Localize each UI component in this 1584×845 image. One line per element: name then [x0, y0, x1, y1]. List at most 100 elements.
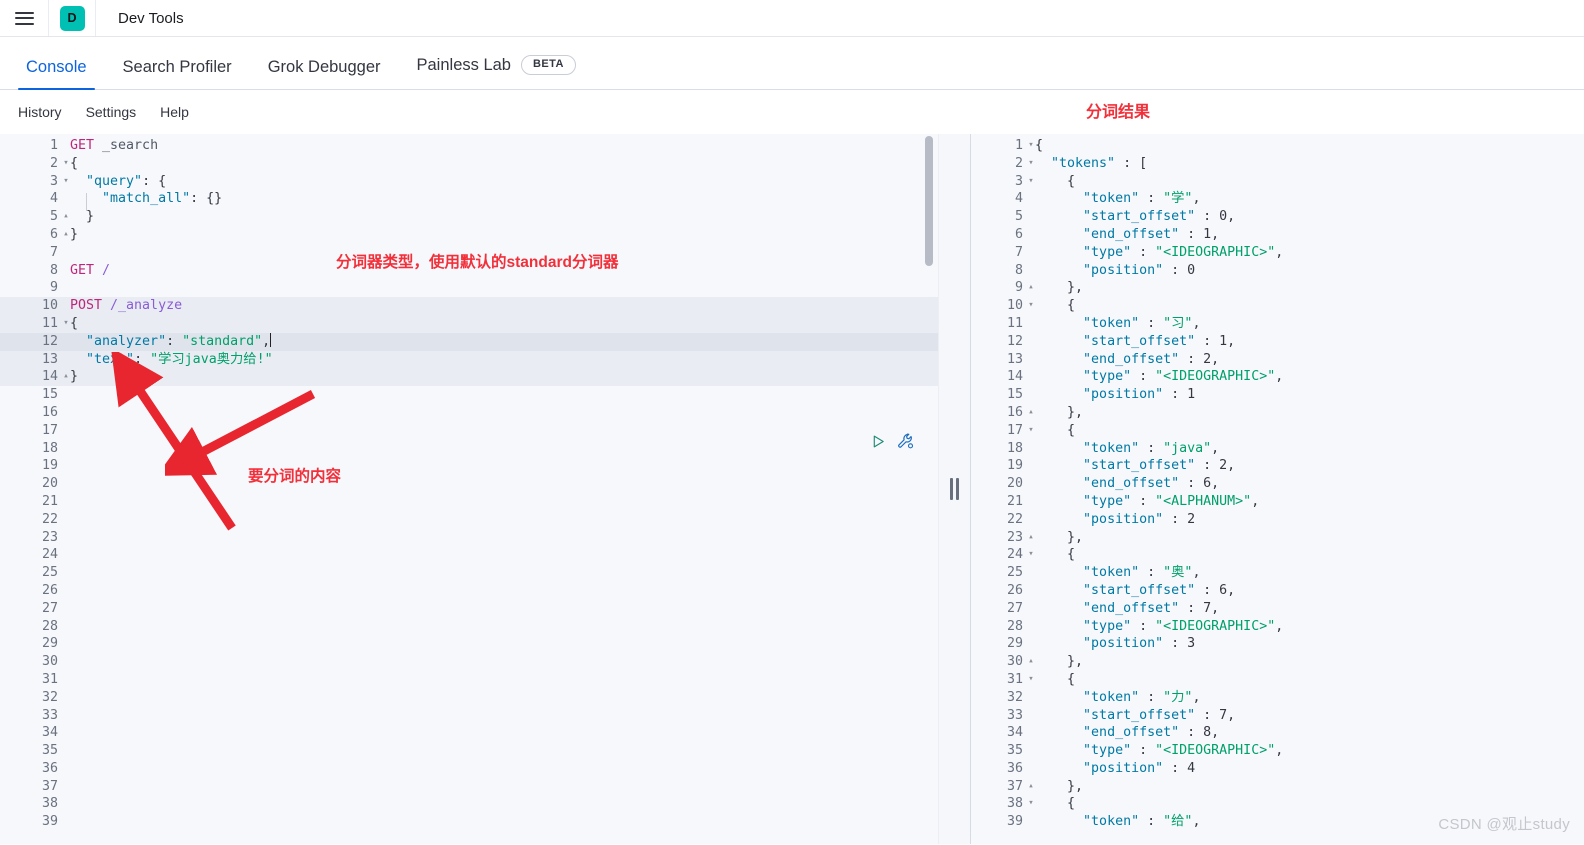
- submenu-settings[interactable]: Settings: [78, 100, 145, 124]
- line-number: 17: [41, 422, 58, 438]
- tab-painless-lab[interactable]: Painless Lab BETA: [399, 55, 594, 89]
- code-text: "position" : 4: [1083, 760, 1196, 776]
- code-line: 37 ▴ },: [971, 778, 1584, 796]
- request-code-lines[interactable]: 1 GET _search 2 ▾{3 ▾ "query": {4 "match_all…: [0, 134, 938, 831]
- line-number: 2: [49, 155, 58, 171]
- response-viewer[interactable]: 1 ▾{2 ▾ "tokens" : [3 ▾ {4 "token" : "学", 5 …: [970, 134, 1584, 844]
- request-editor[interactable]: 1 GET _search 2 ▾{3 ▾ "query": {4 "match_all…: [0, 134, 938, 844]
- code-text: },: [1035, 529, 1084, 545]
- code-text: "end_offset" : 7,: [1083, 600, 1220, 616]
- code-line: 33: [0, 707, 938, 725]
- tab-painless-lab-label: Painless Lab: [416, 55, 511, 74]
- code-line: 17: [0, 422, 938, 440]
- line-number: 16: [1006, 404, 1023, 420]
- line-number: 18: [1006, 440, 1023, 456]
- app-logo[interactable]: D: [48, 0, 96, 36]
- submenu-history[interactable]: History: [10, 100, 70, 124]
- code-line: 22: [0, 511, 938, 529]
- tab-grok-debugger[interactable]: Grok Debugger: [250, 58, 399, 90]
- code-text: "tokens" : [: [1051, 155, 1148, 171]
- code-line: 20: [0, 475, 938, 493]
- line-number: 27: [1006, 600, 1023, 616]
- line-number: 1: [49, 138, 58, 153]
- line-number: 22: [41, 511, 58, 527]
- line-number: 34: [41, 725, 58, 741]
- code-text: "position" : 1: [1083, 387, 1196, 403]
- pane-splitter[interactable]: [938, 134, 970, 844]
- code-line: 8 "position" : 0: [971, 262, 1584, 280]
- line-number: 32: [1006, 689, 1023, 705]
- code-line: 28 "type" : "<IDEOGRAPHIC>",: [971, 618, 1584, 636]
- line-number: 10: [41, 298, 58, 314]
- code-line: 3 ▾ {: [971, 173, 1584, 191]
- line-number: 31: [1006, 671, 1023, 687]
- code-line: 7: [0, 244, 938, 262]
- line-number: 15: [41, 387, 58, 403]
- code-line: 5 "start_offset" : 0,: [971, 208, 1584, 226]
- tab-console[interactable]: Console: [8, 57, 105, 90]
- line-number: 29: [1006, 636, 1023, 652]
- line-number: 35: [1006, 743, 1023, 759]
- code-text: "start_offset" : 6,: [1083, 582, 1236, 598]
- code-text: {: [1035, 671, 1076, 687]
- line-number: 22: [1006, 511, 1023, 527]
- line-number: 18: [41, 440, 58, 456]
- code-text: "start_offset" : 0,: [1083, 209, 1236, 225]
- code-text: "position" : 3: [1083, 636, 1196, 652]
- code-line: 18 "token" : "java",: [971, 440, 1584, 458]
- code-text: },: [1035, 654, 1084, 670]
- play-icon[interactable]: [871, 434, 886, 454]
- request-actions: [871, 433, 914, 455]
- line-number: 24: [41, 547, 58, 563]
- page-title: Dev Tools: [118, 9, 184, 27]
- code-line: 17 ▾ {: [971, 422, 1584, 440]
- line-number: 14: [41, 369, 58, 385]
- code-text: "analyzer": "standard",: [86, 332, 272, 349]
- line-number: 16: [41, 404, 58, 420]
- code-text: "start_offset" : 1,: [1083, 333, 1236, 349]
- code-line: 35: [0, 742, 938, 760]
- line-number: 10: [1006, 298, 1023, 314]
- beta-badge: BETA: [520, 55, 576, 75]
- code-line: 16: [0, 404, 938, 422]
- code-line: 36: [0, 760, 938, 778]
- code-line: 10 ▾ {: [971, 297, 1584, 315]
- code-text: {: [1035, 138, 1044, 153]
- code-text: }: [70, 369, 79, 385]
- code-text: "token" : "java",: [1083, 440, 1220, 456]
- menu-button[interactable]: [0, 0, 48, 36]
- code-text: {: [1035, 298, 1076, 314]
- tab-search-profiler[interactable]: Search Profiler: [105, 58, 250, 90]
- code-text: "type" : "<ALPHANUM>",: [1083, 493, 1260, 509]
- code-line: 38 ▾ {: [971, 795, 1584, 813]
- line-number: 13: [41, 351, 58, 367]
- line-number: 26: [41, 582, 58, 598]
- line-number: 35: [41, 743, 58, 759]
- line-number: 32: [41, 689, 58, 705]
- line-number: 21: [41, 493, 58, 509]
- code-line: 13 "text": "学习java奥力给!": [0, 351, 938, 369]
- logo-badge: D: [59, 5, 85, 31]
- wrench-icon[interactable]: [897, 433, 914, 455]
- request-scrollbar[interactable]: [925, 136, 933, 266]
- line-number: 14: [1006, 369, 1023, 385]
- code-text: "position" : 0: [1083, 262, 1196, 278]
- code-text: "match_all": {}: [102, 191, 223, 207]
- code-line: 32 "token" : "力",: [971, 689, 1584, 707]
- code-line: 2 ▾{: [0, 155, 938, 173]
- line-number: 23: [41, 529, 58, 545]
- code-text: "query": {: [86, 173, 167, 189]
- code-line: 11 "token" : "习",: [971, 315, 1584, 333]
- code-text: GET _search: [70, 138, 159, 153]
- line-number: 28: [41, 618, 58, 634]
- line-number: 31: [41, 671, 58, 687]
- code-line: 29: [0, 635, 938, 653]
- submenu-help[interactable]: Help: [152, 100, 197, 124]
- tab-console-label: Console: [26, 57, 87, 76]
- code-text: "end_offset" : 6,: [1083, 476, 1220, 492]
- code-text: "position" : 2: [1083, 511, 1196, 527]
- code-line: 13 "end_offset" : 2,: [971, 351, 1584, 369]
- code-line: 14 "type" : "<IDEOGRAPHIC>",: [971, 368, 1584, 386]
- code-text: "end_offset" : 8,: [1083, 725, 1220, 741]
- line-number: 29: [41, 636, 58, 652]
